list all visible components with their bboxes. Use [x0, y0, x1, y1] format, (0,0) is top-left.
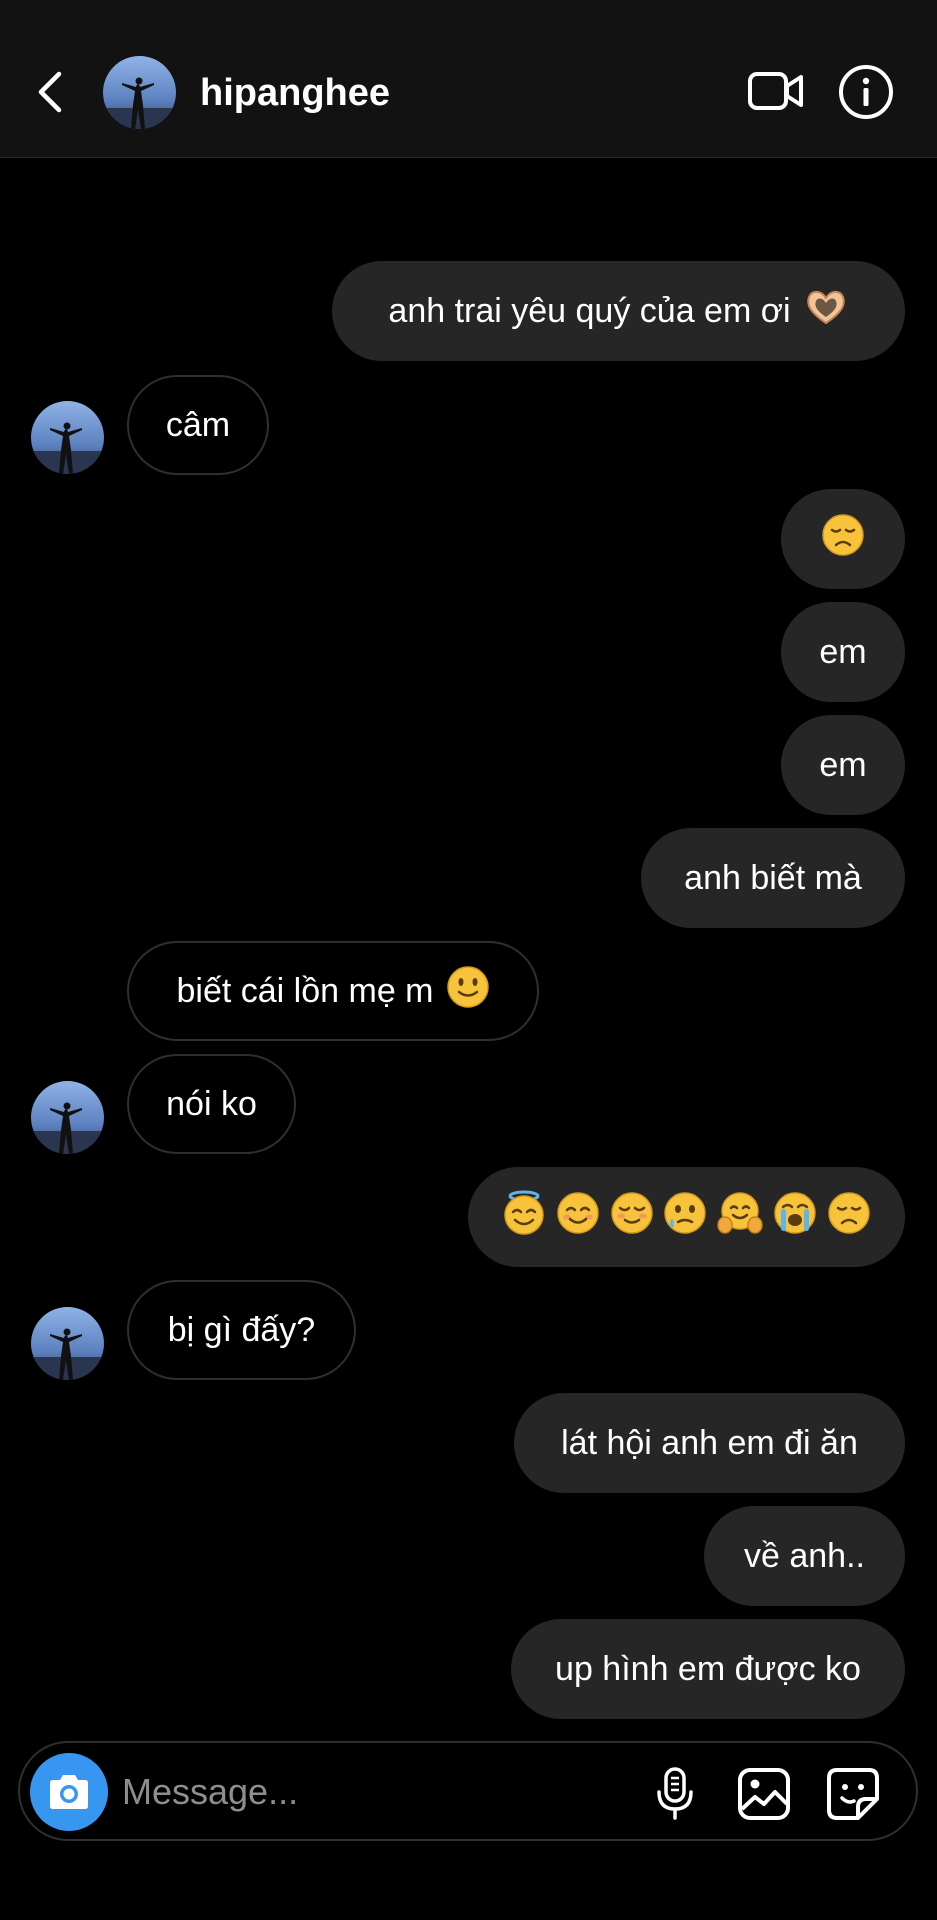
hugging-face-icon — [717, 1191, 764, 1244]
disappointed-face-icon — [827, 1191, 871, 1244]
message-bubble-sent[interactable]: em — [781, 715, 905, 815]
chevron-left-icon — [38, 71, 62, 113]
disappointed-face-icon — [821, 513, 865, 566]
message-text: về anh.. — [744, 1536, 865, 1575]
message-text: câm — [165, 405, 231, 444]
face-holding-back-tears-icon — [663, 1191, 707, 1244]
microphone-button[interactable] — [646, 1765, 704, 1823]
image-icon — [738, 1768, 790, 1820]
video-camera-icon — [748, 72, 803, 110]
back-button[interactable] — [24, 62, 76, 122]
message-bubble-received[interactable]: nói ko — [127, 1054, 296, 1154]
slightly-smiling-face-icon — [446, 965, 490, 1018]
message-text: em — [819, 745, 867, 784]
message-text: biết cái lồn mẹ m — [176, 971, 434, 1010]
smiling-face-icon — [610, 1191, 654, 1244]
microphone-icon — [657, 1767, 693, 1820]
message-bubble-received[interactable]: câm — [127, 375, 269, 475]
smiling-face-with-smiling-eyes-icon — [556, 1191, 600, 1244]
video-call-button[interactable] — [746, 66, 806, 116]
message-text: nói ko — [166, 1084, 257, 1123]
message-bubble-sent[interactable]: em — [781, 602, 905, 702]
info-button[interactable] — [838, 64, 894, 120]
avatar[interactable] — [31, 401, 104, 474]
chat-header: hipanghee — [0, 0, 937, 158]
sticker-button[interactable] — [824, 1765, 882, 1823]
message-bubble-sent[interactable]: lát hội anh em đi ăn — [514, 1393, 905, 1493]
message-bubble-sent[interactable]: về anh.. — [704, 1506, 905, 1606]
message-input[interactable] — [122, 1763, 542, 1821]
message-bubble-received[interactable]: bị gì đấy? — [127, 1280, 356, 1380]
message-bubble-received[interactable]: biết cái lồn mẹ m — [127, 941, 539, 1041]
chat-username[interactable]: hipanghee — [200, 70, 390, 116]
message-bubble-sent[interactable]: anh trai yêu quý của em ơi — [332, 261, 905, 361]
smiling-face-with-halo-icon — [502, 1190, 546, 1245]
message-text: lát hội anh em đi ăn — [561, 1423, 858, 1462]
heart-hands-icon — [803, 287, 849, 336]
gallery-button[interactable] — [735, 1765, 793, 1823]
message-bubble-sent[interactable]: up hình em được ko — [511, 1619, 905, 1719]
camera-button[interactable] — [30, 1753, 108, 1831]
message-bubble-sent[interactable] — [468, 1167, 905, 1267]
sticker-icon — [827, 1768, 879, 1820]
chat-screen: hipanghee anh trai yêu quý của em ơi câm… — [0, 0, 937, 1920]
camera-icon — [50, 1775, 88, 1809]
avatar[interactable] — [31, 1081, 104, 1154]
message-text: anh biết mà — [684, 858, 862, 897]
message-text: up hình em được ko — [555, 1649, 861, 1688]
avatar[interactable] — [103, 56, 176, 129]
loudly-crying-face-icon — [773, 1191, 817, 1244]
message-composer — [18, 1741, 918, 1841]
message-text: bị gì đấy? — [167, 1310, 316, 1349]
avatar[interactable] — [31, 1307, 104, 1380]
message-bubble-sent[interactable] — [781, 489, 905, 589]
info-icon — [839, 65, 893, 119]
message-text: anh trai yêu quý của em ơi — [388, 291, 791, 330]
message-bubble-sent[interactable]: anh biết mà — [641, 828, 905, 928]
message-text: em — [819, 632, 867, 671]
